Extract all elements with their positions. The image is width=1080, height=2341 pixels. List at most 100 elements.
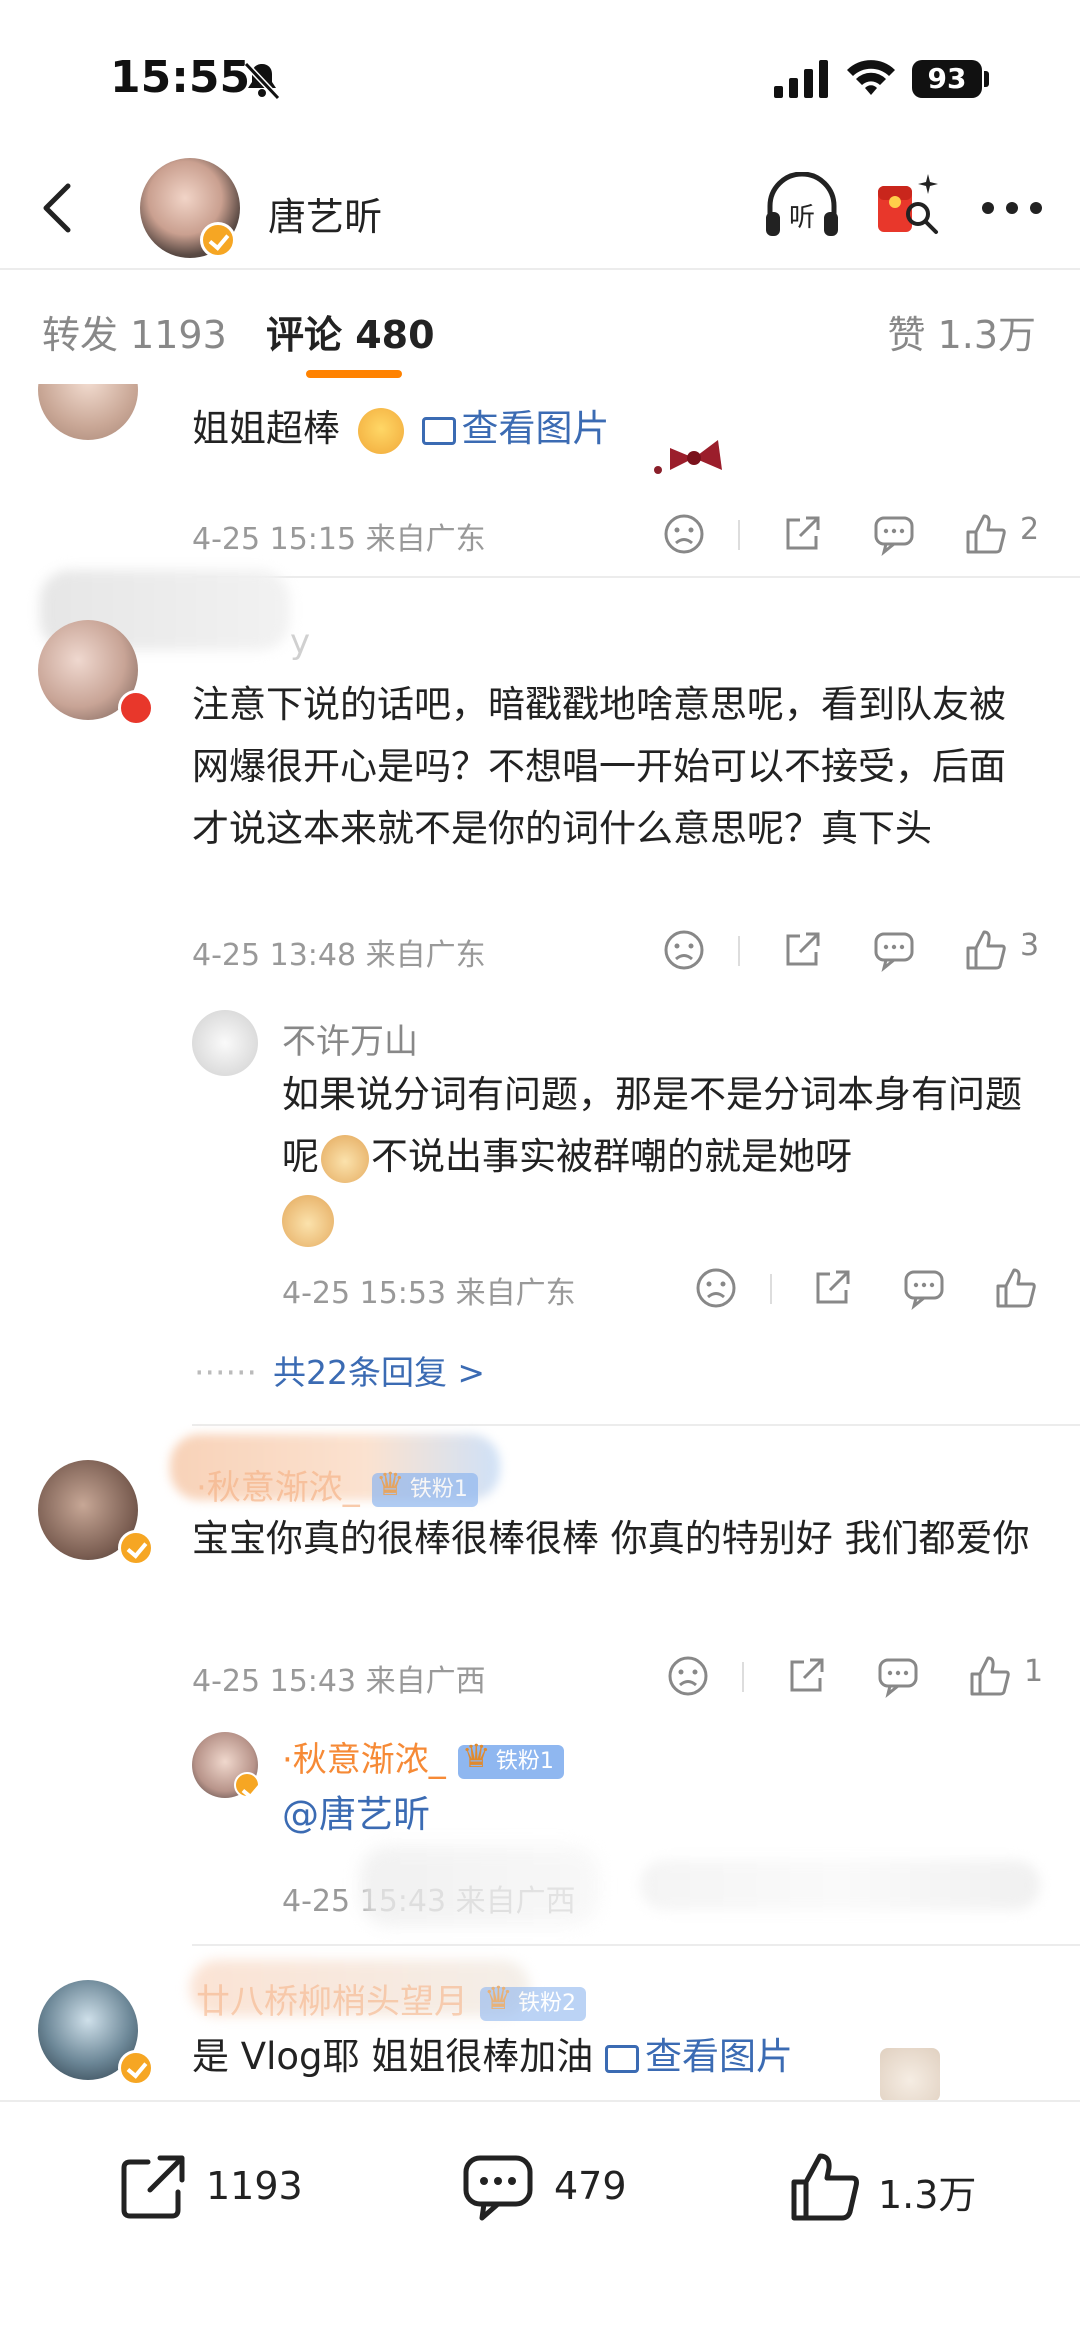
- comment-divider: [192, 1944, 1080, 1946]
- fan-level-badge: 铁粉2: [480, 1981, 586, 2021]
- comment-bubble-icon[interactable]: [876, 1654, 920, 1698]
- view-replies-label: 共22条回复 >: [272, 1353, 486, 1392]
- headphones-listen-icon[interactable]: 听: [762, 172, 842, 242]
- comment-meta: 4-25 13:48 来自广东: [192, 938, 486, 973]
- tab-likes[interactable]: 赞 1.3万: [887, 304, 1036, 359]
- comment-bubble-icon[interactable]: [902, 1266, 946, 1310]
- share-icon[interactable]: [780, 512, 824, 556]
- wifi-icon: [847, 60, 895, 95]
- action-separator: [738, 520, 740, 550]
- comment-actions: 2: [662, 512, 1042, 562]
- comment-bubble-icon[interactable]: [872, 512, 916, 556]
- like-thumb-icon[interactable]: [968, 1654, 1012, 1698]
- tab-bar: 转发 1193 评论 480 赞 1.3万: [0, 272, 1080, 392]
- commenter-name[interactable]: 廿八桥柳梢头望月铁粉2: [196, 1974, 586, 2023]
- commenter-name[interactable]: ·秋意渐浓_ 铁粉1: [196, 1460, 478, 1509]
- share-icon[interactable]: [810, 1266, 854, 1310]
- sticker-decoration-icon: [880, 2048, 940, 2100]
- comment-text: 是 Vlog耶 姐姐很棒加油: [192, 2035, 594, 2078]
- hug-emoji-icon: [357, 407, 404, 454]
- bell-muted-icon: [243, 61, 281, 101]
- like-count: 2: [1020, 512, 1040, 547]
- top-nav: 唐艺昕 听: [0, 150, 1080, 270]
- like-thumb-icon[interactable]: [994, 1266, 1038, 1310]
- action-separator: [738, 936, 740, 966]
- fan-level-badge: 铁粉1: [371, 1467, 478, 1507]
- page-title[interactable]: 唐艺昕: [268, 186, 382, 241]
- comment-meta: 4-25 15:43 来自广西: [192, 1664, 486, 1699]
- signal-icon: [774, 60, 828, 98]
- image-icon: [605, 2044, 640, 2073]
- back-arrow-icon[interactable]: [30, 178, 90, 238]
- comment-bubble-icon[interactable]: [872, 928, 916, 972]
- verified-badge-icon: [118, 2050, 154, 2086]
- replies-leader: ······: [194, 1353, 257, 1392]
- battery-cap: [984, 71, 989, 87]
- repost-button[interactable]: 1193: [118, 2142, 318, 2232]
- dislike-face-icon[interactable]: [662, 928, 706, 972]
- like-count: 3: [1020, 928, 1040, 963]
- action-separator: [742, 1662, 744, 1692]
- doge-emoji-icon: [282, 1194, 334, 1247]
- blurred-region: [640, 1860, 1040, 1910]
- more-options-icon[interactable]: [980, 200, 1044, 216]
- share-icon[interactable]: [780, 928, 824, 972]
- comment-text: 姐姐超棒: [192, 407, 340, 450]
- reply-avatar[interactable]: [192, 1010, 258, 1076]
- commenter-name[interactable]: y: [290, 622, 310, 662]
- fan-level-badge: 铁粉1: [457, 1739, 564, 1779]
- action-separator: [770, 1274, 772, 1304]
- comment-button[interactable]: 479: [462, 2142, 662, 2232]
- blurred-region: [360, 1846, 600, 1926]
- repost-count: 1193: [206, 2164, 303, 2208]
- dislike-face-icon[interactable]: [666, 1654, 710, 1698]
- verified-badge-icon: [200, 222, 236, 258]
- comment-text-line: 姐姐超棒 查看图片: [192, 398, 610, 460]
- comment-divider: [192, 1424, 1080, 1426]
- reply-meta: 4-25 15:53 来自广东: [282, 1276, 576, 1311]
- comment-text: 宝宝你真的很棒很棒很棒 你真的特别好 我们都爱你: [192, 1517, 1030, 1560]
- header-divider: [0, 268, 1080, 270]
- comment-meta: 4-25 15:15 来自广东: [192, 522, 486, 557]
- active-tab-indicator: [306, 370, 402, 378]
- tab-repost[interactable]: 转发 1193: [42, 304, 227, 359]
- battery-indicator: 93: [912, 60, 982, 98]
- like-thumb-icon[interactable]: [964, 928, 1008, 972]
- status-badge: [118, 690, 154, 726]
- like-thumb-icon[interactable]: [964, 512, 1008, 556]
- mention-link[interactable]: @唐艺昕: [282, 1784, 430, 1846]
- bow-decoration-icon: [654, 440, 722, 474]
- reply-username[interactable]: 不许万山: [282, 1014, 418, 1063]
- like-total: 1.3万: [878, 2173, 977, 2217]
- doge-emoji-icon: [321, 1134, 369, 1183]
- dislike-face-icon[interactable]: [694, 1266, 738, 1310]
- comment-divider: [192, 576, 1080, 578]
- like-button[interactable]: 1.3万: [788, 2142, 1008, 2232]
- repost-icon: [121, 2155, 185, 2219]
- reply-actions: [694, 1266, 1044, 1316]
- verified-badge-icon: [118, 1530, 154, 1566]
- commenter-name-text: ·秋意渐浓_: [196, 1468, 360, 1508]
- view-image-label: 查看图片: [645, 2035, 794, 2078]
- svg-text:听: 听: [789, 203, 815, 233]
- dislike-face-icon[interactable]: [662, 512, 706, 556]
- share-icon[interactable]: [784, 1654, 828, 1698]
- commenter-avatar[interactable]: [38, 384, 138, 440]
- reply-username[interactable]: ·秋意渐浓_ 铁粉1: [282, 1732, 564, 1781]
- bottom-action-bar: 1193 479 1.3万: [0, 2100, 1080, 2341]
- comment-count: 479: [554, 2164, 627, 2208]
- view-image-link[interactable]: 查看图片: [421, 407, 610, 450]
- comment-icon: [463, 2155, 533, 2221]
- view-image-link[interactable]: 查看图片: [605, 2035, 793, 2078]
- comment-actions: 1: [666, 1654, 1046, 1704]
- reply-username-text: ·秋意渐浓_: [282, 1740, 446, 1780]
- view-replies-link[interactable]: ······ 共22条回复 >: [194, 1346, 485, 1394]
- comment-text-line: 是 Vlog耶 姐姐很棒加油 查看图片: [192, 2026, 793, 2088]
- red-packet-icon[interactable]: [872, 170, 942, 242]
- status-time: 15:55: [110, 52, 251, 103]
- reply-text: 如果说分词有问题，那是不是分词本身有问题呢 不说出事实被群嘲的就是她呀: [282, 1064, 1042, 1250]
- tab-comments[interactable]: 评论 480: [266, 304, 435, 359]
- comment-feed[interactable]: 姐姐超棒 查看图片 4-25 15:15 来自广东 2 y 注意下说的话吧，暗戳…: [0, 384, 1080, 2100]
- verified-badge-icon: [234, 1772, 260, 1798]
- comment-text: 注意下说的话吧，暗戳戳地啥意思呢，看到队友被网爆很开心是吗？不想唱一开始可以不接…: [192, 683, 1006, 850]
